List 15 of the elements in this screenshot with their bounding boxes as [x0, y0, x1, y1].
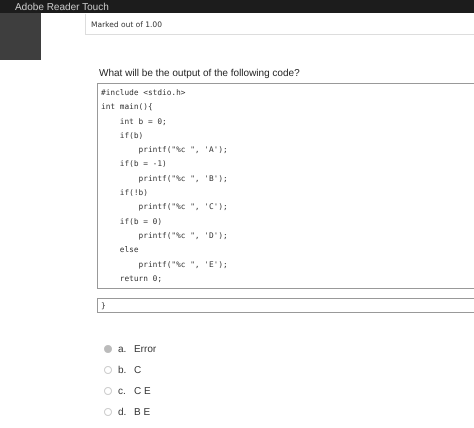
- option-letter: a.: [118, 344, 128, 355]
- question-text: What will be the output of the following code?: [99, 68, 301, 79]
- option-text: B E: [134, 406, 150, 418]
- option-text: Error: [134, 344, 156, 355]
- radio-button[interactable]: [104, 387, 112, 396]
- option-letter: d.: [118, 406, 128, 418]
- window-title: Adobe Reader Touch: [15, 2, 109, 13]
- option-text: C E: [134, 386, 151, 397]
- radio-button[interactable]: [104, 345, 112, 354]
- option-text: C: [134, 364, 142, 376]
- option-letter: b.: [118, 364, 128, 376]
- radio-button[interactable]: [104, 366, 112, 374]
- option-letter: c.: [118, 386, 127, 397]
- side-panel: [0, 13, 41, 60]
- radio-button[interactable]: [104, 408, 112, 416]
